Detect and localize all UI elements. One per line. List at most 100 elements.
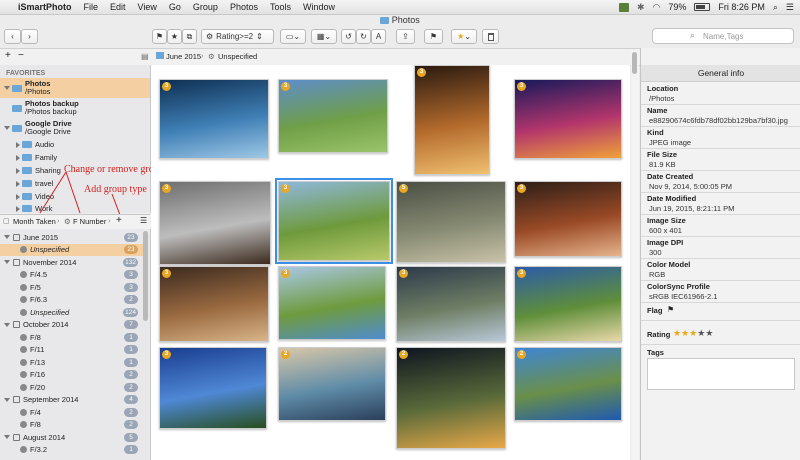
photo-thumbnail[interactable]: 2: [514, 347, 622, 421]
group-fnumber-row[interactable]: F/20 2: [0, 381, 144, 393]
group-list-scrollbar[interactable]: [143, 231, 148, 321]
grid-scrollbar[interactable]: [631, 50, 639, 460]
group-fnumber-row[interactable]: F/4.5 3: [0, 269, 144, 281]
aperture-icon: [20, 283, 27, 291]
battery-icon[interactable]: [694, 3, 711, 11]
clock[interactable]: Fri 8:26 PM: [718, 2, 765, 12]
favorite-path: /Google Drive: [25, 127, 71, 136]
group-fnumber-row[interactable]: F/11 1: [0, 344, 144, 356]
battery-percent[interactable]: 79%: [668, 2, 686, 12]
disclosure-icon[interactable]: [4, 235, 10, 239]
photo-thumbnail[interactable]: 3: [514, 181, 622, 257]
rotate-left-button[interactable]: ↺: [341, 29, 356, 44]
subfolder-audio[interactable]: Audio: [0, 138, 150, 151]
sidebar-toggle-icon[interactable]: ▤: [141, 52, 149, 61]
breadcrumb-month[interactable]: June 2015: [166, 52, 201, 61]
favorite-photos[interactable]: Photos/Photos: [0, 78, 150, 98]
wifi-icon[interactable]: ◠: [652, 2, 660, 13]
menu-photos[interactable]: Photos: [224, 2, 264, 12]
disclosure-icon[interactable]: [4, 397, 10, 402]
photo-thumbnail[interactable]: 3: [278, 79, 388, 153]
list-options-icon[interactable]: ☰: [140, 216, 147, 225]
group-fnumber-row[interactable]: F/8 1: [0, 331, 144, 343]
menu-group[interactable]: Group: [187, 2, 224, 12]
group-month-row[interactable]: August 2014 5: [0, 431, 144, 443]
group-month-row[interactable]: October 2014 7: [0, 319, 144, 331]
info-field-value: 300: [649, 248, 662, 257]
group-type-month[interactable]: Month Taken: [13, 217, 56, 226]
flag-icon[interactable]: ⚑: [667, 305, 674, 314]
group-month-row[interactable]: June 2015 23: [0, 231, 144, 243]
photo-thumbnail[interactable]: 3: [514, 79, 622, 159]
app-status-icon[interactable]: [618, 2, 629, 12]
copy-button[interactable]: ⧉: [182, 29, 197, 44]
photo-thumbnail[interactable]: 3: [514, 266, 622, 342]
remove-favorite-button[interactable]: −: [18, 50, 24, 61]
photo-thumbnail[interactable]: 5: [396, 181, 506, 263]
disclosure-icon[interactable]: [4, 260, 10, 264]
flag-button[interactable]: ⚑: [424, 29, 443, 44]
menu-window[interactable]: Window: [297, 2, 341, 12]
bluetooth-icon[interactable]: ✱: [637, 2, 645, 13]
search-input[interactable]: Name,Tags: [652, 28, 794, 44]
photo-thumbnail[interactable]: 3: [414, 65, 490, 175]
group-fnumber-row[interactable]: F/8 2: [0, 419, 144, 431]
trash-button[interactable]: [482, 29, 499, 44]
photo-thumbnail[interactable]: 3: [396, 266, 506, 342]
group-fnumber-row[interactable]: F/4 2: [0, 406, 144, 418]
flag-filter-button[interactable]: ⚑: [152, 29, 167, 44]
aperture-icon: [20, 271, 27, 278]
menu-tools[interactable]: Tools: [264, 2, 297, 12]
info-panel: General info Location/Photos Name e8829067…: [640, 48, 800, 460]
disclosure-icon[interactable]: [4, 322, 10, 327]
rating-badge: 5: [399, 184, 408, 193]
menu-view[interactable]: View: [132, 2, 163, 12]
photo-thumbnail[interactable]: 3: [159, 347, 267, 429]
share-button[interactable]: ⇪: [396, 29, 415, 44]
app-menu[interactable]: iSmartPhoto: [12, 2, 78, 12]
star-icon[interactable]: ★: [681, 328, 689, 338]
rating-stars[interactable]: ★★★★★: [673, 328, 713, 339]
grid-mode-button[interactable]: ▦ ⌄: [311, 29, 337, 44]
rotate-right-button[interactable]: ↻: [356, 29, 371, 44]
star-icon[interactable]: ★: [673, 328, 681, 338]
photo-thumbnail[interactable]: 2: [278, 347, 386, 421]
add-group-type-button[interactable]: +: [116, 215, 122, 226]
group-month-row[interactable]: November 2014 132: [0, 256, 144, 268]
view-mode-button[interactable]: ▭ ⌄: [280, 29, 306, 44]
add-favorite-button[interactable]: +: [5, 50, 11, 61]
star-rating-button[interactable]: ★ ⌄: [451, 29, 477, 44]
group-fnumber-row[interactable]: F/3.2 1: [0, 444, 144, 456]
grid-scrollbar-thumb[interactable]: [632, 52, 637, 74]
group-fnumber-row[interactable]: F/5 3: [0, 281, 144, 293]
favorite-google-drive[interactable]: Google Drive/Google Drive: [0, 118, 150, 138]
menu-edit[interactable]: Edit: [104, 2, 132, 12]
tags-field[interactable]: [647, 358, 795, 390]
disclosure-icon[interactable]: [4, 435, 10, 439]
back-button[interactable]: ‹: [4, 29, 21, 44]
photo-thumbnail[interactable]: 3: [275, 178, 393, 264]
photo-thumbnail[interactable]: 3: [159, 181, 271, 265]
group-fnumber-row[interactable]: F/16 2: [0, 369, 144, 381]
photo-thumbnail[interactable]: 3: [278, 266, 386, 340]
photo-thumbnail[interactable]: 3: [159, 79, 269, 159]
group-fnumber-row[interactable]: F/6.3 2: [0, 294, 144, 306]
forward-button[interactable]: ›: [21, 29, 38, 44]
group-month-row[interactable]: September 2014 4: [0, 394, 144, 406]
search-spotlight-icon[interactable]: ⌕: [773, 2, 778, 13]
menu-go[interactable]: Go: [163, 2, 187, 12]
group-fnumber-row[interactable]: Unspecified 23: [0, 243, 144, 256]
rating-filter-dropdown[interactable]: ⚙ Rating>=2 ⇕: [201, 29, 274, 44]
group-type-fnumber[interactable]: F Number: [73, 217, 106, 226]
photo-thumbnail[interactable]: 2: [396, 347, 506, 449]
favorite-photos-backup[interactable]: Photos backup/Photos backup: [0, 98, 150, 118]
group-fnumber-row[interactable]: F/13 1: [0, 356, 144, 368]
notification-icon[interactable]: ☰: [786, 2, 794, 13]
star-filter-button[interactable]: ★: [167, 29, 182, 44]
group-fnumber-row[interactable]: Unspecified 124: [0, 306, 144, 318]
show-all-button[interactable]: A: [371, 29, 386, 44]
star-icon[interactable]: ★: [705, 328, 713, 338]
photo-thumbnail[interactable]: 3: [159, 266, 269, 342]
breadcrumb-fnumber[interactable]: Unspecified: [218, 52, 257, 61]
menu-file[interactable]: File: [78, 2, 105, 12]
